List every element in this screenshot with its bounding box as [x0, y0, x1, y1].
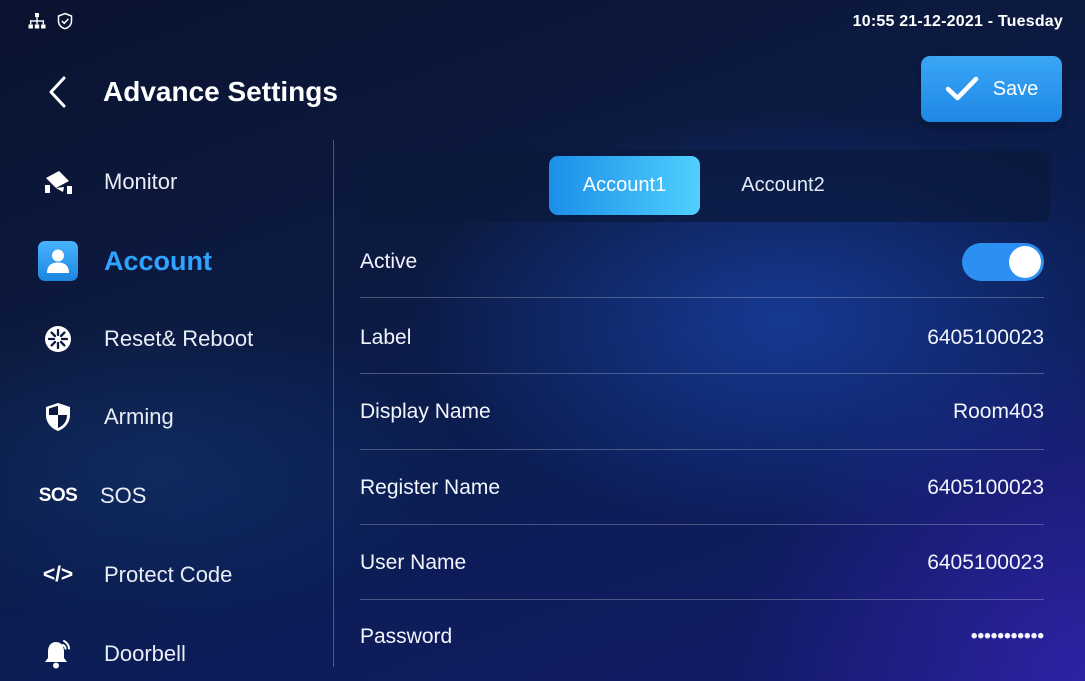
checkmark-icon [945, 76, 978, 101]
sidebar-item-reset-reboot[interactable]: Reset& Reboot [38, 314, 253, 364]
active-row: Active [360, 224, 1044, 300]
field-label: User Name [360, 551, 467, 574]
code-icon: </> [38, 555, 78, 595]
shield-check-icon [56, 12, 74, 35]
field-value: 6405100023 [927, 551, 1044, 574]
password-value: ••••••••••• [970, 626, 1044, 647]
advance-settings-screen: 10:55 21-12-2021 - Tuesday Advance Setti… [0, 0, 1085, 681]
sos-icon-text: SOS [38, 485, 78, 506]
password-row[interactable]: Password ••••••••••• [360, 599, 1044, 675]
save-button[interactable]: Save [921, 56, 1062, 122]
sos-icon: SOS [38, 476, 78, 516]
network-icon [28, 12, 46, 35]
field-label: Label [360, 326, 412, 349]
sidebar-item-label: Monitor [104, 169, 178, 194]
display-name-row[interactable]: Display Name Room403 [360, 374, 1044, 450]
field-value: 6405100023 [927, 326, 1044, 349]
field-label: Password [360, 625, 453, 648]
active-label: Active [360, 250, 418, 273]
sidebar-item-account[interactable]: Account [38, 236, 212, 286]
monitor-camera-icon [38, 162, 78, 202]
sidebar-item-label: Arming [104, 404, 174, 429]
status-icons [28, 12, 74, 35]
page-title: Advance Settings [103, 76, 338, 107]
register-name-row[interactable]: Register Name 6405100023 [360, 450, 1044, 526]
active-toggle[interactable] [962, 243, 1044, 281]
user-name-row[interactable]: User Name 6405100023 [360, 525, 1044, 601]
tab-account2[interactable]: Account2 [708, 156, 858, 215]
back-button[interactable] [42, 72, 76, 112]
field-value: Room403 [952, 400, 1044, 423]
doorbell-icon [38, 634, 78, 674]
sidebar-item-label: Doorbell [104, 641, 186, 666]
arming-shield-icon [38, 397, 78, 437]
sidebar-item-protect-code[interactable]: </> Protect Code [38, 550, 233, 600]
chevron-left-icon [49, 76, 66, 108]
sidebar-item-monitor[interactable]: Monitor [38, 157, 177, 207]
sidebar-item-label: SOS [100, 483, 147, 508]
field-label: Display Name [360, 400, 491, 423]
field-value: 6405100023 [927, 476, 1044, 499]
sidebar-divider [333, 140, 334, 667]
field-label: Register Name [360, 476, 501, 499]
save-button-label: Save [992, 77, 1039, 100]
sidebar-item-arming[interactable]: Arming [38, 392, 174, 442]
label-row[interactable]: Label 6405100023 [360, 300, 1044, 376]
sidebar-item-label: Reset& Reboot [104, 326, 254, 351]
tab-account1[interactable]: Account1 [549, 156, 700, 215]
sidebar-item-doorbell[interactable]: Doorbell [38, 629, 186, 679]
account-icon [38, 241, 78, 281]
sidebar-item-label: Account [104, 245, 212, 276]
toggle-knob [1009, 246, 1041, 278]
sidebar-item-label: Protect Code [104, 562, 233, 587]
account-tabs: Account1 Account2 [358, 150, 1051, 222]
reset-reboot-icon [38, 319, 78, 359]
row-divider [360, 297, 1044, 298]
sidebar-item-sos[interactable]: SOS SOS [38, 471, 147, 521]
code-icon-text: </> [42, 563, 74, 586]
status-datetime: 10:55 21-12-2021 - Tuesday [852, 13, 1063, 30]
